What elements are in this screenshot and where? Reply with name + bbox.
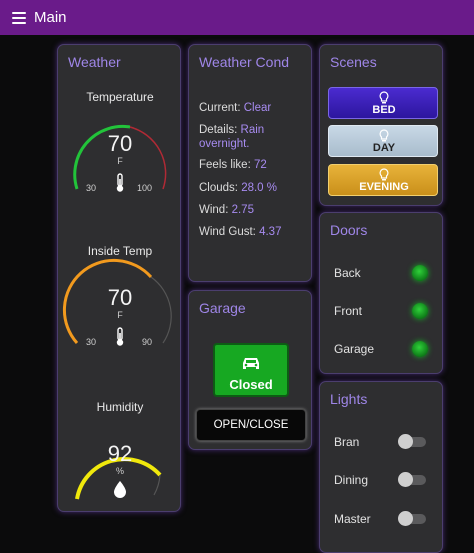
- garage-status-tile[interactable]: Closed: [213, 343, 289, 397]
- inside-temp-min: 30: [86, 337, 97, 347]
- door-back-label: Back: [334, 266, 361, 280]
- inside-temp-unit: F: [117, 310, 123, 320]
- humidity-unit: %: [115, 466, 124, 476]
- light-bran-label: Bran: [334, 435, 360, 449]
- lightbulb-icon: [379, 91, 389, 104]
- water-drop-icon: [114, 481, 126, 498]
- weather-card-title: Weather: [68, 54, 121, 70]
- scene-evening-button[interactable]: EVENING: [328, 164, 438, 196]
- weather-conditions-title: Weather Cond: [199, 54, 290, 70]
- lightbulb-icon: [379, 168, 389, 181]
- car-icon: [243, 358, 259, 369]
- temperature-value: 70: [107, 131, 133, 156]
- light-master-label: Master: [334, 512, 371, 526]
- scene-bed-button[interactable]: BED: [328, 87, 438, 119]
- temperature-gauge: Temperature 70 F 30 100: [58, 87, 180, 217]
- door-front-label: Front: [334, 304, 363, 318]
- scene-bed-label: BED: [372, 104, 396, 116]
- clouds-condition: Clouds: 28.0 %: [199, 182, 277, 194]
- page-title: Main: [34, 9, 67, 26]
- inside-temp-value: 70: [107, 285, 133, 310]
- top-app-bar: Main: [0, 0, 474, 35]
- thermometer-icon: [116, 327, 124, 346]
- humidity-gauge: Humidity 92 %: [58, 397, 180, 511]
- garage-card: Garage Closed OPEN/CLOSE: [188, 290, 312, 450]
- current-condition: Current: Clear: [199, 102, 272, 114]
- temperature-max: 100: [137, 183, 153, 193]
- hamburger-menu-icon[interactable]: [12, 12, 26, 24]
- scene-day-button[interactable]: DAY: [328, 125, 438, 157]
- weather-card: Weather Temperature 70 F 30 100 Inside T…: [57, 44, 181, 512]
- doors-card-title: Doors: [330, 222, 368, 238]
- door-back-status-indicator: [412, 265, 428, 281]
- scenes-card: Scenes BED DAY EVENING: [319, 44, 443, 206]
- temperature-min: 30: [86, 183, 97, 193]
- doors-card: Doors Back Front Garage: [319, 212, 443, 374]
- wind-gust-condition: Wind Gust: 4.37: [199, 226, 282, 238]
- door-front-status-indicator: [412, 303, 428, 319]
- light-dining-toggle[interactable]: [398, 472, 426, 487]
- scene-evening-label: EVENING: [359, 181, 409, 193]
- temperature-unit: F: [117, 156, 123, 166]
- door-garage-status-indicator: [412, 341, 428, 357]
- lightbulb-icon: [379, 129, 389, 142]
- thermometer-icon: [116, 173, 124, 192]
- lights-card: Lights Bran Dining Master: [319, 381, 443, 553]
- humidity-value: 92: [107, 441, 133, 466]
- garage-card-title: Garage: [199, 300, 246, 316]
- garage-open-close-button[interactable]: OPEN/CLOSE: [196, 409, 306, 441]
- lights-card-title: Lights: [330, 391, 368, 407]
- light-bran-toggle[interactable]: [398, 434, 426, 449]
- scenes-card-title: Scenes: [330, 54, 377, 70]
- inside-temp-gauge: Inside Temp 70 F 30 90: [58, 241, 180, 371]
- light-dining-label: Dining: [334, 473, 369, 487]
- weather-conditions-card: Weather Cond Current: Clear Details: Rai…: [188, 44, 312, 282]
- details-condition: Details: Rain overnight.: [199, 124, 265, 150]
- garage-status-label: Closed: [229, 377, 273, 392]
- wind-condition: Wind: 2.75: [199, 204, 254, 216]
- light-master-toggle[interactable]: [398, 511, 426, 526]
- door-garage-label: Garage: [334, 342, 375, 356]
- feels-like-condition: Feels like: 72: [199, 159, 267, 171]
- inside-temp-max: 90: [142, 337, 153, 347]
- scene-day-label: DAY: [372, 142, 396, 154]
